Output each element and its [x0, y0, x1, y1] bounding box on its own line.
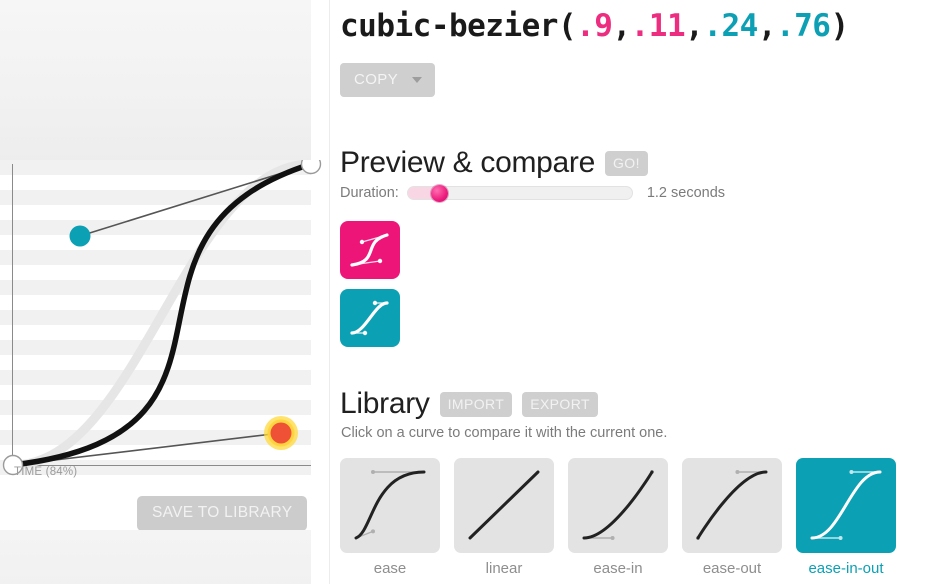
expression-fn-name: cubic-bezier: [340, 8, 558, 44]
library-item-label: ease-out: [702, 560, 762, 577]
expression-close-paren: ): [830, 8, 849, 44]
import-button[interactable]: IMPORT: [439, 391, 513, 417]
library-item-linear[interactable]: linear: [454, 458, 554, 577]
expression-value-x1[interactable]: .9: [576, 8, 613, 44]
preview-section-header: Preview & compare GO!: [340, 146, 648, 180]
library-item-thumb[interactable]: [454, 458, 554, 553]
expression-sep-2: ,: [685, 8, 704, 44]
duration-slider[interactable]: [406, 185, 633, 202]
library-item-label: ease-in: [593, 560, 643, 577]
current-curve-preview[interactable]: [340, 221, 400, 279]
library-hint: Click on a curve to compare it with the …: [341, 425, 668, 441]
control-handle-p1: [270, 422, 292, 444]
library-curve-glyph: [582, 470, 654, 540]
curve-canvas[interactable]: [0, 160, 330, 480]
save-to-library-button[interactable]: SAVE TO LIBRARY: [137, 496, 308, 531]
compare-curve-preview[interactable]: [340, 289, 400, 347]
endpoint-end: [300, 160, 322, 175]
bezier-expression[interactable]: cubic-bezier(.9,.11,.24,.76): [340, 8, 849, 44]
expression-value-x2[interactable]: .24: [703, 8, 758, 44]
export-button[interactable]: EXPORT: [522, 391, 598, 417]
duration-slider-thumb[interactable]: [430, 185, 448, 202]
expression-open-paren: (: [557, 8, 577, 44]
duration-row: Duration: 1.2 seconds: [340, 185, 726, 202]
chevron-down-icon[interactable]: [412, 76, 423, 83]
library-item-label: ease: [373, 560, 407, 577]
library-curve-glyph: [354, 470, 426, 540]
library-item-thumb[interactable]: [340, 458, 440, 553]
expression-value-y1[interactable]: .11: [631, 8, 686, 44]
library-item-label: ease-in-out: [808, 560, 884, 577]
library-curve-glyph: [810, 470, 882, 540]
library-item-ease[interactable]: ease: [340, 458, 440, 577]
editor-footer-band: [0, 530, 311, 584]
controls-panel: cubic-bezier(.9,.11,.24,.76) COPY Previe…: [340, 0, 928, 584]
library-item-ease-out[interactable]: ease-out: [682, 458, 782, 577]
panel-divider: [329, 0, 330, 584]
library-item-thumb[interactable]: [568, 458, 668, 553]
library-grid: ease linear ease-in ease-out ease-in-out: [340, 458, 896, 577]
library-item-thumb[interactable]: [682, 458, 782, 553]
x-axis-label: TIME (84%): [14, 466, 78, 478]
library-curve-glyph: [468, 470, 540, 540]
current-curve-glyph: [350, 233, 389, 267]
curve-graph-svg[interactable]: [0, 160, 330, 480]
preview-section-title: Preview & compare: [340, 146, 595, 179]
duration-value: 1.2 seconds: [646, 185, 726, 201]
library-item-label: linear: [485, 560, 523, 577]
go-button[interactable]: GO!: [605, 150, 648, 176]
copy-button-label: COPY: [354, 71, 399, 88]
library-curve-glyph: [696, 470, 768, 540]
copy-button[interactable]: COPY: [340, 63, 436, 97]
animation-preview-stage: [0, 0, 311, 162]
control-handle-p2: [69, 225, 91, 247]
compare-curve-glyph: [350, 300, 389, 336]
library-item-ease-in[interactable]: ease-in: [568, 458, 668, 577]
expression-value-y2[interactable]: .76: [776, 8, 831, 44]
cubic-bezier-app: PROGRESSION (14%) TIME (84%) SAVE TO LIB…: [0, 0, 928, 584]
library-section-header: Library IMPORT EXPORT: [340, 387, 598, 421]
duration-label: Duration:: [340, 185, 399, 201]
expression-sep-1: ,: [612, 8, 631, 44]
library-item-thumb[interactable]: [796, 458, 896, 553]
curve-editor-panel: PROGRESSION (14%) TIME (84%) SAVE TO LIB…: [0, 0, 330, 584]
library-section-title: Library: [340, 387, 430, 420]
library-item-ease-in-out[interactable]: ease-in-out: [796, 458, 896, 577]
expression-sep-3: ,: [757, 8, 777, 44]
